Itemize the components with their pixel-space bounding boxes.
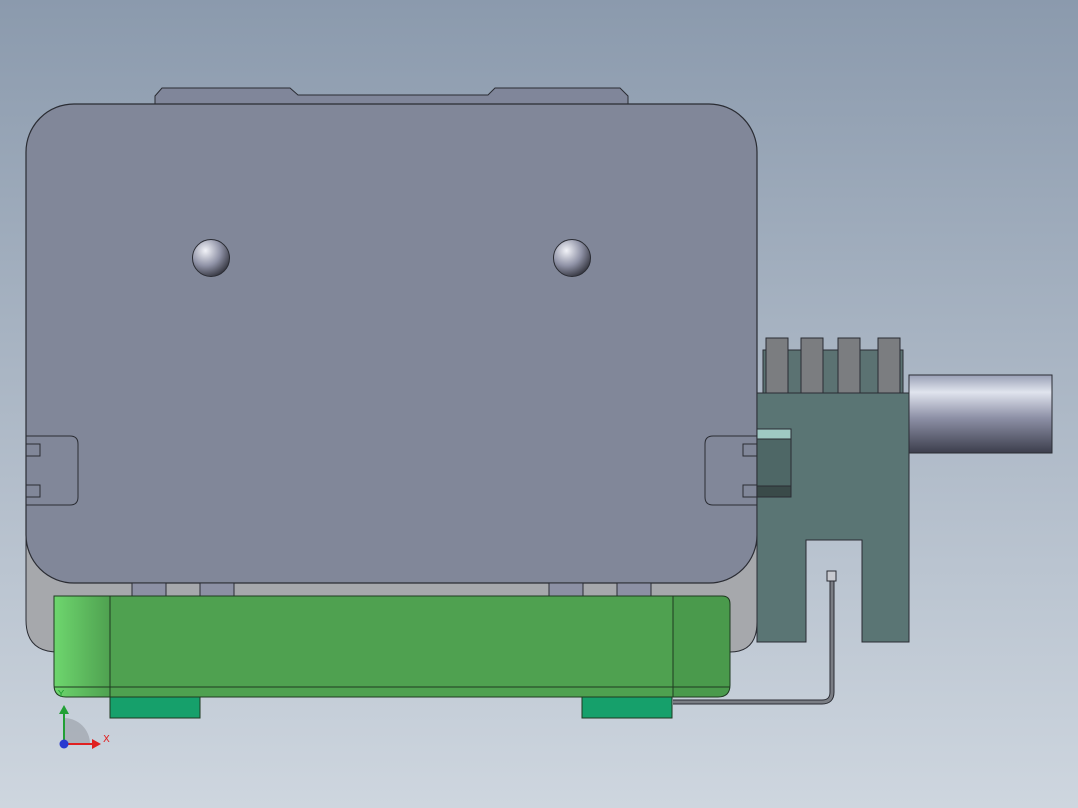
green-block-left-edge	[53, 595, 111, 698]
screw-head-right[interactable]	[553, 239, 591, 277]
model-view[interactable]	[0, 0, 1078, 808]
motor-housing	[25, 103, 758, 584]
green-block-right-edge	[672, 595, 731, 698]
axis-y-label: Y	[58, 689, 65, 700]
green-foot-right	[581, 696, 673, 719]
connector-latch-highlight	[756, 428, 792, 440]
output-shaft[interactable]	[908, 374, 1053, 454]
connector-latch-shadow	[756, 485, 792, 498]
green-foot-left	[109, 696, 201, 719]
cad-viewport[interactable]: Y X	[0, 0, 1078, 808]
green-block	[109, 595, 674, 698]
screw-head-left[interactable]	[192, 239, 230, 277]
cable-tip	[826, 570, 837, 582]
axis-x-label: X	[103, 734, 110, 745]
